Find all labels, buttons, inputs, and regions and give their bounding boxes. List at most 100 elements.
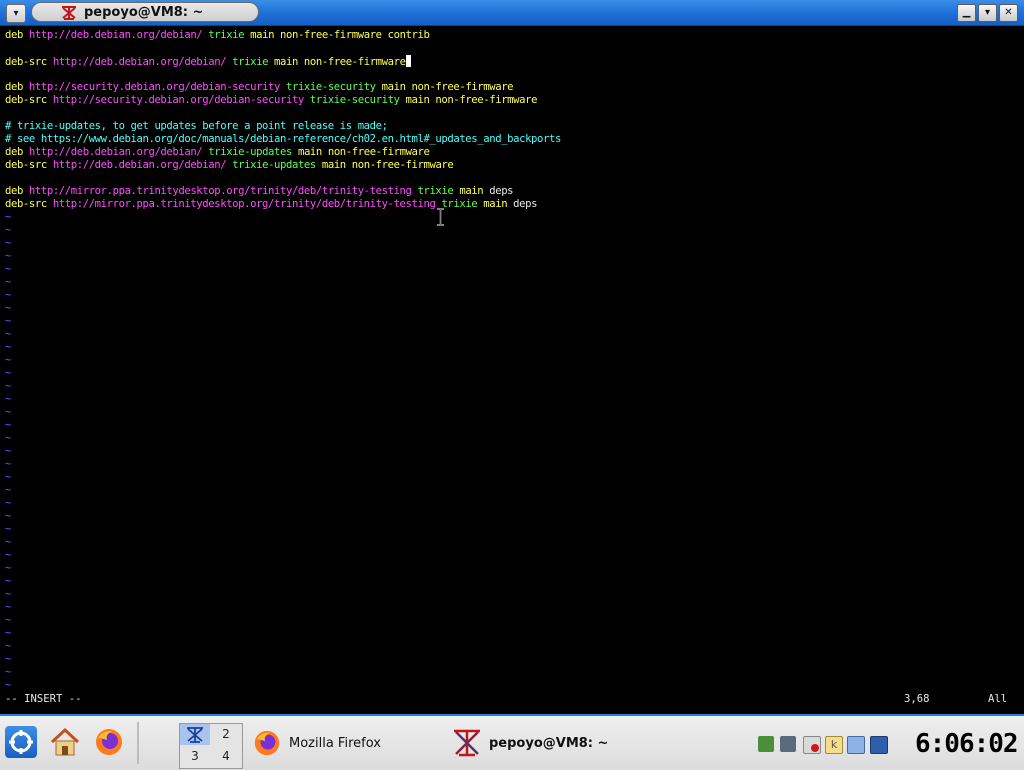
empty-line-tilde: ~ <box>5 237 11 249</box>
editor-line[interactable]: deb-src http://security.debian.org/debia… <box>5 94 537 107</box>
empty-line-tilde: ~ <box>5 679 11 691</box>
editor-text-segment: http://deb.debian.org/debian/ <box>28 29 203 41</box>
editor-line[interactable]: deb-src http://mirror.ppa.trinitydesktop… <box>5 198 537 211</box>
empty-line-tilde: ~ <box>5 627 11 639</box>
editor-text-segment: http://deb.debian.org/debian/ <box>52 159 227 171</box>
knotes-icon[interactable]: k <box>825 736 843 754</box>
empty-line-tilde: ~ <box>5 575 11 587</box>
editor-text-segment: deps <box>507 198 538 210</box>
editor-line[interactable]: deb-src http://deb.debian.org/debian/ tr… <box>5 55 411 68</box>
text-ibeam-cursor-icon <box>437 208 444 226</box>
desktop-2[interactable]: 2 <box>211 724 241 745</box>
empty-line-tilde: ~ <box>5 445 11 457</box>
editor-line[interactable]: deb-src http://deb.debian.org/debian/ tr… <box>5 159 454 172</box>
editor-text-segment: http://mirror.ppa.trinitydesktop.org/tri… <box>52 198 436 210</box>
editor-line[interactable]: deb http://deb.debian.org/debian/ trixie… <box>5 146 430 159</box>
editor-text-segment: main non-free-firmware contrib <box>244 29 430 41</box>
taskbar: 2 3 4 Mozilla Firefox pepoyo@VM8: ~ k 6:… <box>0 714 1024 770</box>
trinity-konsole-icon <box>187 727 203 743</box>
task-label: pepoyo@VM8: ~ <box>489 735 609 751</box>
editor-text-segment: main <box>477 198 508 210</box>
editor-text-segment: http://mirror.ppa.trinitydesktop.org/tri… <box>28 185 412 197</box>
desktop-3[interactable]: 3 <box>180 746 210 767</box>
editor-text-segment: main non-free-firmware <box>291 146 430 158</box>
empty-line-tilde: ~ <box>5 614 11 626</box>
task-terminal[interactable]: pepoyo@VM8: ~ <box>451 722 608 764</box>
editor-line[interactable]: # trixie-updates, to get updates before … <box>5 120 388 133</box>
editor-line[interactable]: deb http://security.debian.org/debian-se… <box>5 81 514 94</box>
window-title-pill[interactable]: pepoyo@VM8: ~ <box>31 2 259 22</box>
empty-line-tilde: ~ <box>5 653 11 665</box>
empty-line-tilde: ~ <box>5 263 11 275</box>
clipboard-icon[interactable] <box>847 736 865 754</box>
empty-line-tilde: ~ <box>5 432 11 444</box>
editor-text-segment: deb-src <box>5 159 53 171</box>
empty-line-tilde: ~ <box>5 315 11 327</box>
editor-text-segment: deb-src <box>5 94 53 106</box>
editor-line[interactable]: # see https://www.debian.org/doc/manuals… <box>5 133 561 146</box>
editor-text-segment: trixie-security <box>309 94 400 106</box>
taskbar-separator <box>137 722 139 764</box>
desktop-1[interactable] <box>180 724 210 745</box>
editor-text-segment: # see https://www.debian.org/doc/manuals… <box>5 133 561 145</box>
scroll-position: All <box>988 693 1008 705</box>
empty-line-tilde: ~ <box>5 549 11 561</box>
editor-text-segment: trixie <box>417 185 454 197</box>
empty-line-tilde: ~ <box>5 406 11 418</box>
editor-text-segment: http://deb.debian.org/debian/ <box>28 146 203 158</box>
empty-line-tilde: ~ <box>5 640 11 652</box>
trinity-menu-icon[interactable] <box>5 726 37 758</box>
security-icon[interactable] <box>780 736 796 752</box>
empty-line-tilde: ~ <box>5 289 11 301</box>
empty-line-tilde: ~ <box>5 510 11 522</box>
text-cursor <box>405 55 411 67</box>
display-icon[interactable] <box>870 736 888 754</box>
editor-text-segment: deb <box>5 185 29 197</box>
maximize-window-button[interactable]: ▾ <box>978 4 997 22</box>
editor-text-segment: trixie-security <box>285 81 376 93</box>
window-titlebar[interactable]: ▾ pepoyo@VM8: ~ ▁ ▾ ✕ <box>0 0 1024 26</box>
editor-text-segment: http://deb.debian.org/debian/ <box>52 56 227 68</box>
editor-text-segment: main <box>453 185 484 197</box>
empty-line-tilde: ~ <box>5 666 11 678</box>
shade-window-button[interactable]: ▁ <box>957 4 976 22</box>
editor-text-segment: deb <box>5 29 29 41</box>
network-icon[interactable] <box>758 736 774 752</box>
home-folder-icon[interactable] <box>49 726 81 758</box>
editor-text-segment: trixie <box>208 29 245 41</box>
editor-text-segment: main non-free-firmware <box>315 159 454 171</box>
empty-line-tilde: ~ <box>5 380 11 392</box>
editor-text-segment: trixie <box>441 198 478 210</box>
editor-text-segment: trixie-updates <box>208 146 292 158</box>
empty-line-tilde: ~ <box>5 211 11 223</box>
editor-text-segment: trixie <box>232 56 269 68</box>
empty-line-tilde: ~ <box>5 497 11 509</box>
editor-text-segment: # trixie-updates, to get updates before … <box>5 120 388 132</box>
editor-line[interactable]: deb http://deb.debian.org/debian/ trixie… <box>5 29 430 42</box>
window-menu-button[interactable]: ▾ <box>6 4 26 23</box>
empty-line-tilde: ~ <box>5 601 11 613</box>
close-window-button[interactable]: ✕ <box>999 4 1018 22</box>
desktop-4[interactable]: 4 <box>211 746 241 767</box>
battery-icon[interactable] <box>803 736 821 754</box>
empty-line-tilde: ~ <box>5 354 11 366</box>
editor-line[interactable]: deb http://mirror.ppa.trinitydesktop.org… <box>5 185 514 198</box>
empty-line-tilde: ~ <box>5 393 11 405</box>
task-firefox[interactable]: Mozilla Firefox <box>252 722 381 764</box>
trinity-konsole-icon <box>60 4 78 21</box>
editor-text-segment: deb <box>5 81 29 93</box>
terminal-area[interactable]: deb http://deb.debian.org/debian/ trixie… <box>0 26 1024 712</box>
empty-line-tilde: ~ <box>5 341 11 353</box>
cursor-position: 3,68 <box>904 693 930 705</box>
empty-line-tilde: ~ <box>5 536 11 548</box>
empty-line-tilde: ~ <box>5 302 11 314</box>
firefox-icon <box>254 730 280 756</box>
task-label: Mozilla Firefox <box>289 735 381 751</box>
empty-line-tilde: ~ <box>5 458 11 470</box>
desktop-pager[interactable]: 2 3 4 <box>179 723 243 769</box>
empty-line-tilde: ~ <box>5 250 11 262</box>
empty-line-tilde: ~ <box>5 562 11 574</box>
firefox-icon[interactable] <box>93 726 125 758</box>
empty-line-tilde: ~ <box>5 484 11 496</box>
clock[interactable]: 6:06:02 <box>915 724 1019 764</box>
